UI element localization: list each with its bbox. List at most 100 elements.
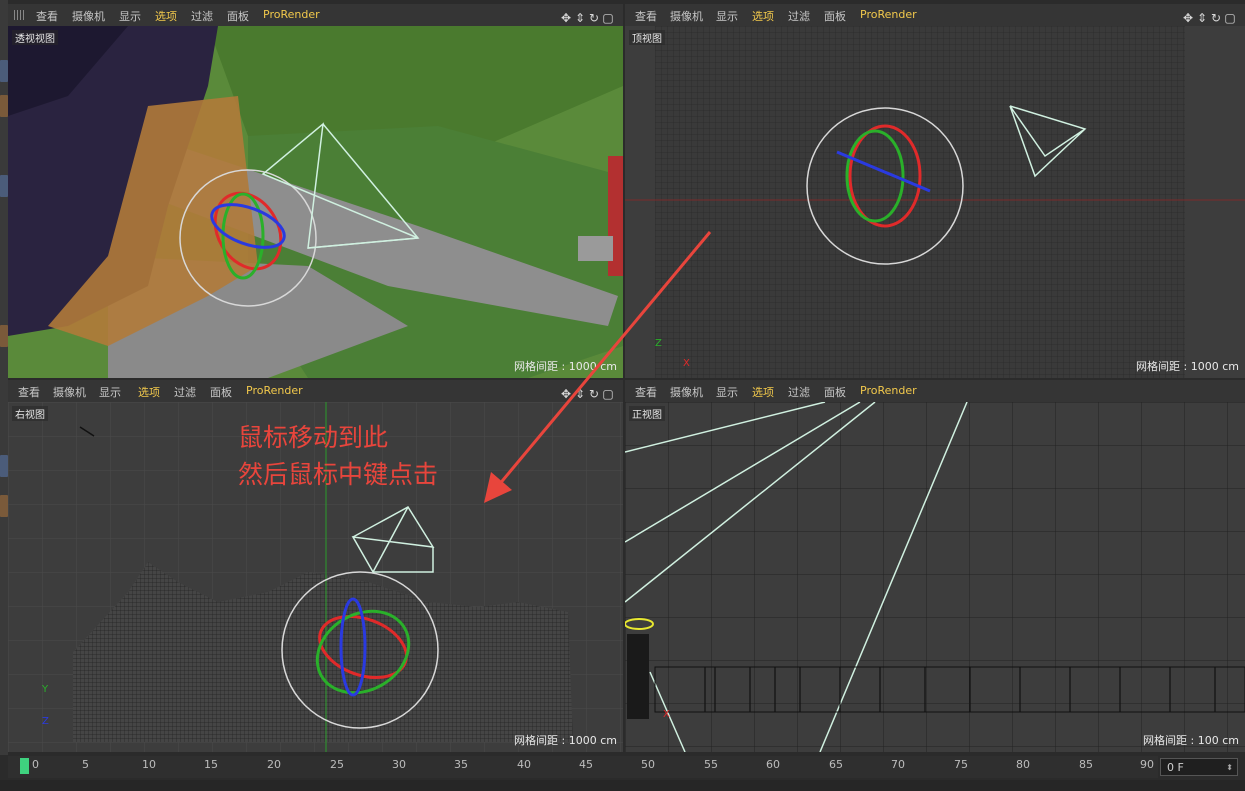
menu-prorender[interactable]: ProRender (860, 8, 917, 21)
menu-options[interactable]: 选项 (138, 384, 160, 400)
tool-icon[interactable] (0, 95, 8, 117)
svg-text:Z: Z (655, 338, 662, 349)
timeline-tick: 40 (517, 758, 531, 771)
timeline-tick: 25 (330, 758, 344, 771)
grip-icon[interactable] (14, 10, 26, 20)
move-icon[interactable]: ✥ (559, 387, 573, 401)
timeline-tick: 90 (1140, 758, 1154, 771)
menu-prorender[interactable]: ProRender (263, 8, 320, 21)
timeline-tick: 80 (1016, 758, 1030, 771)
viewport-menubar: 查看 摄像机 显示 选项 过滤 面板 ProRender ✥ ⇕ ↻ ▢ (8, 380, 623, 402)
annotation-line1: 鼠标移动到此 (238, 423, 389, 452)
viewport-nav-icons: ✥ ⇕ ↻ ▢ (1181, 7, 1241, 25)
grid-spacing-label: 网格间距 : 1000 cm (514, 734, 617, 747)
viewport-label: 正视图 (629, 406, 665, 421)
viewport-label: 顶视图 (629, 30, 665, 45)
menu-camera[interactable]: 摄像机 (670, 8, 703, 24)
move-icon[interactable]: ✥ (1181, 11, 1195, 25)
current-frame-field[interactable]: 0 F ⬍ (1160, 758, 1238, 776)
zoom-icon[interactable]: ⇕ (573, 387, 587, 401)
top-scene: Z X (625, 26, 1245, 378)
grid-spacing-label: 网格间距 : 1000 cm (514, 360, 617, 373)
viewport-nav-icons: ✥ ⇕ ↻ ▢ (559, 383, 619, 401)
timeline-tick: 20 (267, 758, 281, 771)
grid-spacing-label: 网格间距 : 100 cm (1143, 734, 1239, 747)
stepper-icon[interactable]: ⬍ (1226, 759, 1233, 777)
menu-view[interactable]: 查看 (18, 384, 40, 400)
viewport-menubar: 查看 摄像机 显示 选项 过滤 面板 ProRender ✥ ⇕ ↻ ▢ (8, 4, 623, 26)
menu-panel[interactable]: 面板 (824, 8, 846, 24)
front-scene: X (625, 402, 1245, 752)
timeline-tick: 60 (766, 758, 780, 771)
viewport-perspective[interactable]: 查看 摄像机 显示 选项 过滤 面板 ProRender ✥ ⇕ ↻ ▢ 透视视图 网… (8, 4, 623, 378)
timeline-tick: 5 (82, 758, 89, 771)
maximize-icon[interactable]: ▢ (601, 11, 615, 25)
menu-panel[interactable]: 面板 (227, 8, 249, 24)
menu-display[interactable]: 显示 (119, 8, 141, 24)
menu-filter[interactable]: 过滤 (191, 8, 213, 24)
menu-display[interactable]: 显示 (716, 384, 738, 400)
menu-camera[interactable]: 摄像机 (670, 384, 703, 400)
menu-prorender[interactable]: ProRender (860, 384, 917, 397)
viewport-nav-icons: ✥ ⇕ ↻ ▢ (559, 7, 619, 25)
menu-options[interactable]: 选项 (155, 8, 177, 24)
maximize-icon[interactable]: ▢ (601, 387, 615, 401)
timeline-tick: 10 (142, 758, 156, 771)
rotate-icon[interactable]: ↻ (1209, 11, 1223, 25)
timeline-tick: 75 (954, 758, 968, 771)
viewport-top[interactable]: 查看 摄像机 显示 选项 过滤 面板 ProRender ✥ ⇕ ↻ ▢ Z X 顶视… (625, 4, 1245, 378)
timeline-tick: 55 (704, 758, 718, 771)
left-tool-strip (0, 0, 8, 755)
menu-view[interactable]: 查看 (36, 8, 58, 24)
zoom-icon[interactable]: ⇕ (1195, 11, 1209, 25)
tool-icon[interactable] (0, 455, 8, 477)
menu-camera[interactable]: 摄像机 (72, 8, 105, 24)
menu-filter[interactable]: 过滤 (788, 8, 810, 24)
rotate-icon[interactable]: ↻ (587, 11, 601, 25)
viewport-front[interactable]: 查看 摄像机 显示 选项 过滤 面板 ProRender X 正视图 网格间距 … (625, 380, 1245, 752)
svg-text:X: X (663, 709, 670, 720)
menu-filter[interactable]: 过滤 (174, 384, 196, 400)
menu-view[interactable]: 查看 (635, 384, 657, 400)
zoom-icon[interactable]: ⇕ (573, 11, 587, 25)
menu-view[interactable]: 查看 (635, 8, 657, 24)
svg-text:Z: Z (42, 716, 49, 727)
timeline-tick: 15 (204, 758, 218, 771)
maximize-icon[interactable]: ▢ (1223, 11, 1237, 25)
timeline-tick: 85 (1079, 758, 1093, 771)
menu-panel[interactable]: 面板 (824, 384, 846, 400)
timeline-tick: 35 (454, 758, 468, 771)
viewport-label: 透视视图 (12, 30, 58, 45)
menu-camera[interactable]: 摄像机 (53, 384, 86, 400)
menu-options[interactable]: 选项 (752, 384, 774, 400)
timeline-ruler[interactable]: 0 5 10 15 20 25 30 35 40 45 50 55 60 65 … (8, 756, 1158, 778)
move-icon[interactable]: ✥ (559, 11, 573, 25)
bottom-toolbar (0, 780, 1245, 791)
tool-icon[interactable] (0, 495, 8, 517)
timeline-tick: 65 (829, 758, 843, 771)
current-frame-value: 0 F (1167, 761, 1184, 774)
menu-prorender[interactable]: ProRender (246, 384, 303, 397)
svg-text:X: X (683, 358, 690, 369)
menu-options[interactable]: 选项 (752, 8, 774, 24)
timeline-tick: 50 (641, 758, 655, 771)
menu-panel[interactable]: 面板 (210, 384, 232, 400)
timeline-tick: 0 (32, 758, 39, 771)
grid-spacing-label: 网格间距 : 1000 cm (1136, 360, 1239, 373)
menu-display[interactable]: 显示 (716, 8, 738, 24)
svg-text:Y: Y (41, 684, 49, 695)
playhead[interactable] (20, 758, 29, 774)
timeline-tick: 45 (579, 758, 593, 771)
timeline-tick: 70 (891, 758, 905, 771)
tool-icon[interactable] (0, 175, 8, 197)
menu-filter[interactable]: 过滤 (788, 384, 810, 400)
viewport-menubar: 查看 摄像机 显示 选项 过滤 面板 ProRender ✥ ⇕ ↻ ▢ (625, 4, 1245, 26)
viewport-menubar: 查看 摄像机 显示 选项 过滤 面板 ProRender (625, 380, 1245, 402)
annotation-line2: 然后鼠标中键点击 (238, 460, 439, 489)
rotate-icon[interactable]: ↻ (587, 387, 601, 401)
viewport-label: 右视图 (12, 406, 48, 421)
tool-icon[interactable] (0, 325, 8, 347)
timeline-tick: 30 (392, 758, 406, 771)
tool-icon[interactable] (0, 60, 8, 82)
menu-display[interactable]: 显示 (99, 384, 121, 400)
